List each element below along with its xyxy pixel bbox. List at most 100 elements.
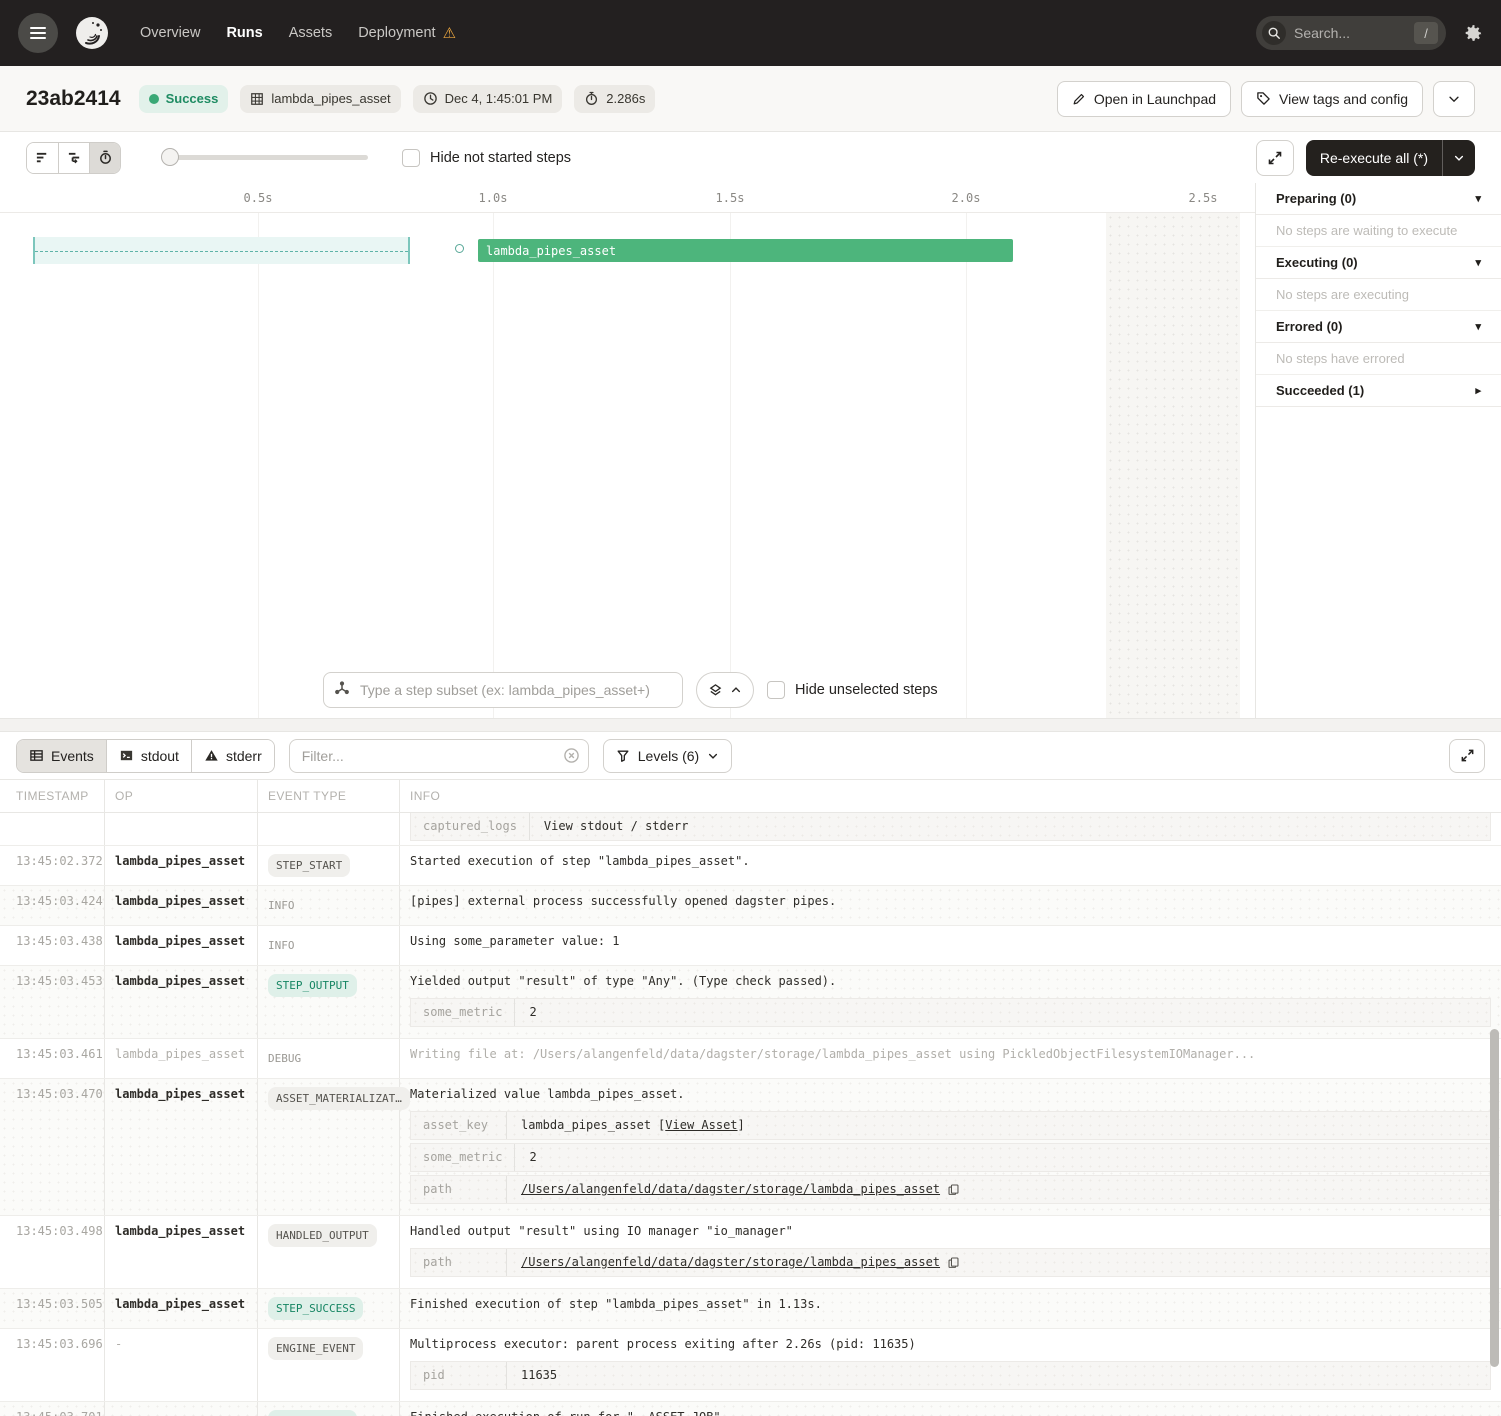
log-row[interactable]: 13:45:03.461lambda_pipes_assetDEBUGWriti… <box>0 1039 1501 1079</box>
search-input[interactable] <box>1286 25 1414 41</box>
open-in-launchpad-label: Open in Launchpad <box>1094 91 1216 107</box>
info-text: Started execution of step "lambda_pipes_… <box>410 854 1491 869</box>
cell-timestamp: 13:45:03.505 <box>0 1289 105 1328</box>
gantt-bar-lambda-pipes-asset[interactable]: lambda_pipes_asset <box>478 239 1013 262</box>
metadata-table: captured_logsView stdout / stderr <box>410 813 1491 841</box>
copy-icon[interactable] <box>947 1183 960 1196</box>
global-search[interactable]: / <box>1256 16 1446 50</box>
metadata-table: asset_keylambda_pipes_asset[View Asset]s… <box>410 1111 1491 1204</box>
log-row[interactable]: captured_logsView stdout / stderr <box>0 813 1501 846</box>
step-query-options-button[interactable] <box>696 672 754 708</box>
col-op: OP <box>105 780 258 812</box>
view-asset-link[interactable]: View Asset <box>665 1118 737 1132</box>
log-row[interactable]: 13:45:02.372lambda_pipes_assetSTEP_START… <box>0 846 1501 886</box>
cell-event-type <box>258 813 400 845</box>
hide-not-started-checkbox-row[interactable]: Hide not started steps <box>402 149 571 167</box>
view-waterfall-button[interactable] <box>58 143 89 173</box>
cell-timestamp: 13:45:03.470 <box>0 1079 105 1215</box>
nav-item-runs[interactable]: Runs <box>226 24 262 42</box>
dagster-logo <box>72 13 112 53</box>
tab-events[interactable]: Events <box>17 740 106 772</box>
cell-timestamp: 13:45:03.461 <box>0 1039 105 1078</box>
open-in-launchpad-button[interactable]: Open in Launchpad <box>1057 81 1231 117</box>
log-row[interactable]: 13:45:03.424lambda_pipes_assetINFO[pipes… <box>0 886 1501 926</box>
log-row[interactable]: 13:45:03.438lambda_pipes_assetINFOUsing … <box>0 926 1501 966</box>
metadata-link[interactable]: /Users/alangenfeld/data/dagster/storage/… <box>521 1255 940 1270</box>
filter-clear-icon[interactable] <box>563 747 580 764</box>
zoom-slider[interactable] <box>163 155 368 160</box>
metadata-value: View stdout / stderr <box>530 813 703 840</box>
gantt-overrun-region <box>1106 213 1240 718</box>
primary-nav: Overview Runs Assets Deployment⚠ <box>140 24 456 42</box>
hide-unselected-checkbox[interactable] <box>767 681 785 699</box>
metadata-value: 2 <box>515 1144 550 1171</box>
cell-timestamp: 13:45:03.438 <box>0 926 105 965</box>
metadata-text: View stdout / stderr <box>544 819 689 834</box>
step-section-errored[interactable]: Errored (0)▾ <box>1256 311 1501 343</box>
start-time-tag: Dec 4, 1:45:01 PM <box>413 85 563 113</box>
tag-icon <box>1256 91 1271 106</box>
gantt-chart: 0.5s1.0s1.5s2.0s2.5s lambda_pipes_asset … <box>0 183 1255 718</box>
log-row[interactable]: 13:45:03.453lambda_pipes_assetSTEP_OUTPU… <box>0 966 1501 1039</box>
hamburger-menu-button[interactable] <box>18 13 58 53</box>
view-tags-config-button[interactable]: View tags and config <box>1241 81 1423 117</box>
cell-op: - <box>105 1329 258 1401</box>
hide-not-started-checkbox[interactable] <box>402 149 420 167</box>
cell-event-type: DEBUG <box>258 1039 400 1078</box>
view-tags-config-label: View tags and config <box>1279 91 1408 107</box>
copy-icon[interactable] <box>947 1256 960 1269</box>
status-label: Success <box>166 91 219 106</box>
cell-info: captured_logsView stdout / stderr <box>400 813 1501 845</box>
search-icon <box>1262 21 1286 45</box>
step-subset-input[interactable] <box>323 672 683 708</box>
status-dot-icon <box>149 94 159 104</box>
log-scrollbar-thumb[interactable] <box>1490 1029 1499 1367</box>
nav-item-deployment[interactable]: Deployment⚠ <box>358 24 456 42</box>
tab-label: Events <box>51 748 94 764</box>
start-time-label: Dec 4, 1:45:01 PM <box>445 91 553 106</box>
log-row[interactable]: 13:45:03.470lambda_pipes_assetASSET_MATE… <box>0 1079 1501 1216</box>
axis-tick-label: 2.0s <box>952 191 981 205</box>
metadata-link[interactable]: /Users/alangenfeld/data/dagster/storage/… <box>521 1182 940 1197</box>
run-id: 23ab2414 <box>26 87 121 111</box>
gantt-view-mode-group <box>26 142 121 174</box>
nav-item-assets[interactable]: Assets <box>289 24 333 42</box>
levels-dropdown-button[interactable]: Levels (6) <box>603 739 732 773</box>
nav-item-overview[interactable]: Overview <box>140 24 200 42</box>
log-fullscreen-button[interactable] <box>1449 739 1485 773</box>
event-type-badge: ASSET_MATERIALIZAT… <box>268 1087 410 1110</box>
step-section-detail: No steps are executing <box>1256 279 1501 311</box>
cell-op: lambda_pipes_asset <box>105 1039 258 1078</box>
metadata-row: some_metric2 <box>410 1143 1491 1172</box>
reexecute-all-button[interactable]: Re-execute all (*) <box>1306 140 1475 176</box>
job-tag[interactable]: lambda_pipes_asset <box>240 85 400 113</box>
step-section-preparing[interactable]: Preparing (0)▾ <box>1256 183 1501 215</box>
run-actions-dropdown-button[interactable] <box>1433 81 1475 117</box>
log-filter-input[interactable] <box>289 739 589 773</box>
duration-label: 2.286s <box>606 91 645 106</box>
log-row[interactable]: 13:45:03.701-RUN_SUCCESSFinished executi… <box>0 1402 1501 1416</box>
metadata-text: 2 <box>529 1150 536 1165</box>
cell-op: lambda_pipes_asset <box>105 966 258 1038</box>
log-row[interactable]: 13:45:03.498lambda_pipes_assetHANDLED_OU… <box>0 1216 1501 1289</box>
reexecute-dropdown-button[interactable] <box>1443 152 1475 164</box>
tab-stdout[interactable]: stdout <box>106 740 191 772</box>
settings-gear-icon[interactable] <box>1462 23 1483 44</box>
log-row[interactable]: 13:45:03.505lambda_pipes_assetSTEP_SUCCE… <box>0 1289 1501 1329</box>
cell-info: Finished execution of run for "__ASSET_J… <box>400 1402 1501 1416</box>
view-timed-button[interactable] <box>89 143 120 173</box>
cell-timestamp: 13:45:03.701 <box>0 1402 105 1416</box>
hide-unselected-checkbox-row[interactable]: Hide unselected steps <box>767 681 938 699</box>
metadata-row: some_metric2 <box>410 998 1491 1027</box>
view-flat-button[interactable] <box>27 143 58 173</box>
cell-event-type: ENGINE_EVENT <box>258 1329 400 1401</box>
zoom-slider-thumb[interactable] <box>161 148 179 166</box>
step-section-succeeded[interactable]: Succeeded (1)▸ <box>1256 375 1501 407</box>
tab-stderr[interactable]: stderr <box>191 740 274 772</box>
step-section-executing[interactable]: Executing (0)▾ <box>1256 247 1501 279</box>
gantt-fullscreen-button[interactable] <box>1256 140 1294 176</box>
metadata-value: /Users/alangenfeld/data/dagster/storage/… <box>507 1176 974 1203</box>
metadata-key: some_metric <box>411 999 515 1026</box>
panel-divider[interactable] <box>0 718 1501 732</box>
log-row[interactable]: 13:45:03.696-ENGINE_EVENTMultiprocess ex… <box>0 1329 1501 1402</box>
